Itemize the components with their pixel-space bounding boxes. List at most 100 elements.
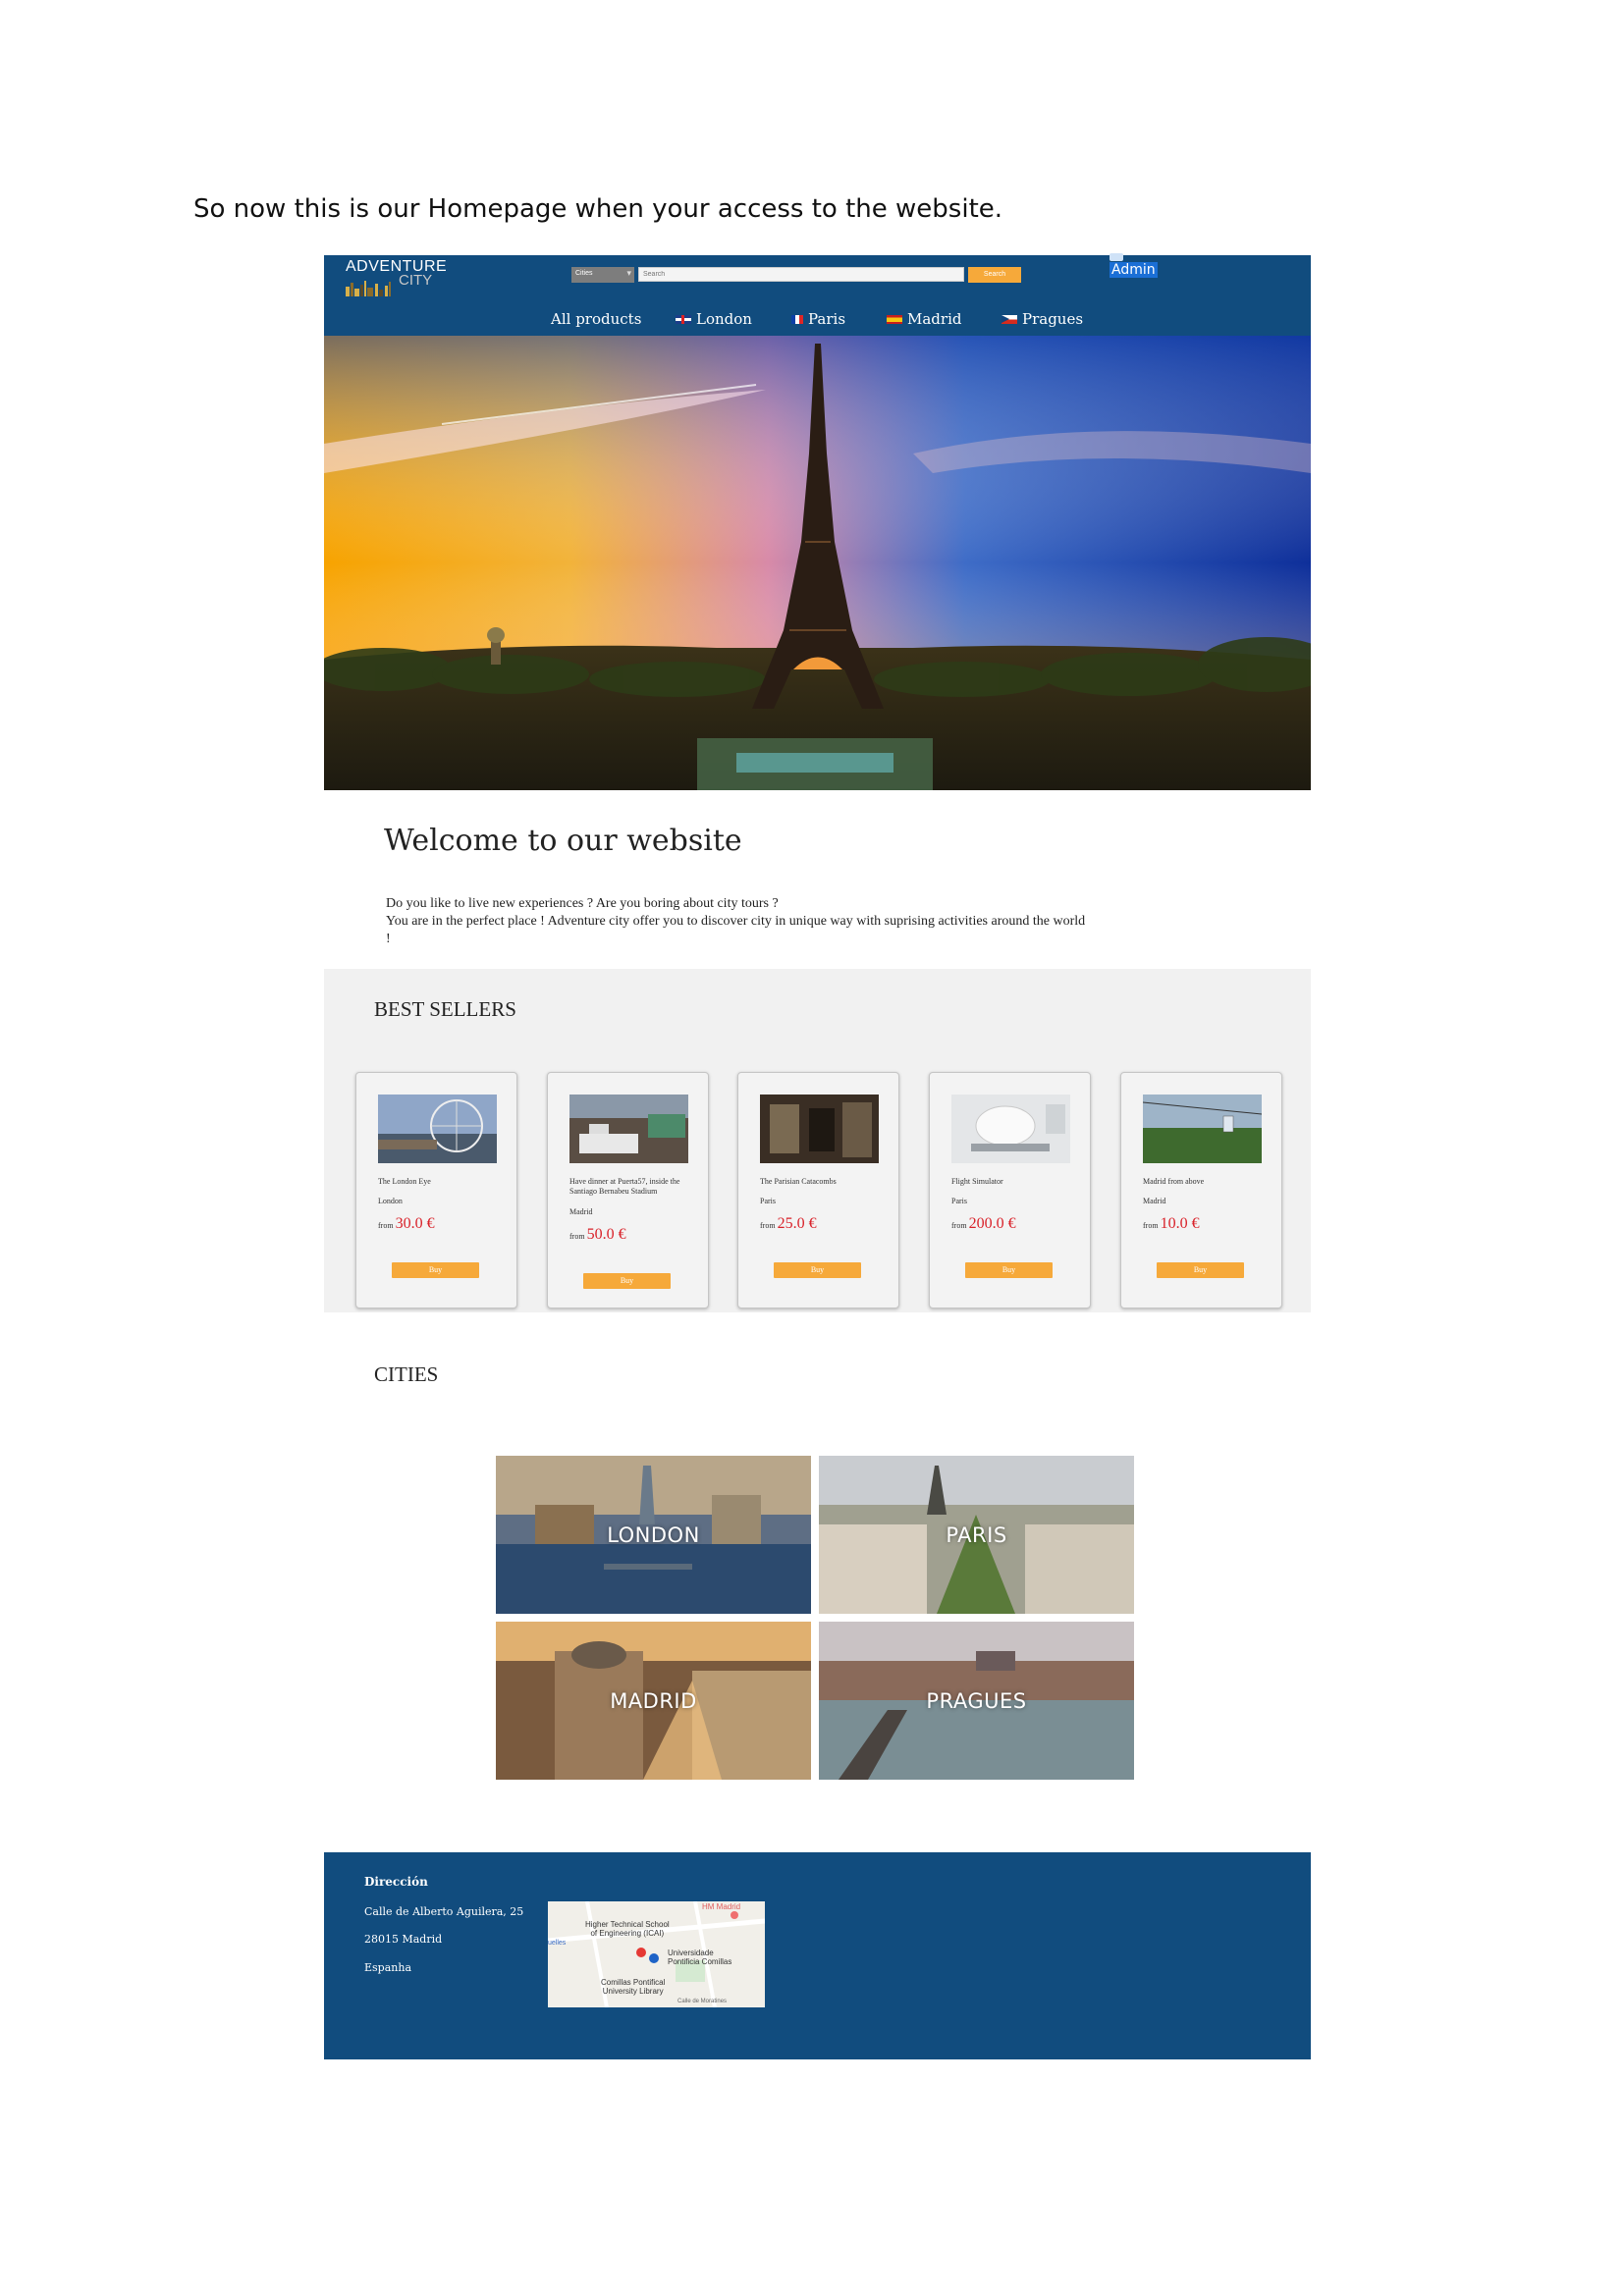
map-label-line: Universidade — [668, 1949, 714, 1957]
main-nav: All products London Paris Madrid Pragues — [324, 310, 1311, 334]
buy-button[interactable]: Buy — [965, 1262, 1053, 1278]
map-label: Comillas Pontifical University Library — [601, 1978, 665, 1996]
map-label-line: Higher Technical School — [585, 1920, 670, 1929]
nav-london[interactable]: London — [676, 310, 752, 328]
buy-button[interactable]: Buy — [583, 1273, 671, 1289]
footer-heading: Dirección — [364, 1875, 428, 1889]
catacombs-image — [760, 1095, 879, 1163]
nav-paris[interactable]: Paris — [791, 310, 845, 328]
city-select[interactable]: Cities ▾ — [571, 267, 634, 283]
location-map[interactable]: HM Madrid Higher Technical School of Eng… — [548, 1901, 765, 2007]
nav-madrid[interactable]: Madrid — [887, 310, 961, 328]
skyline-logo-icon — [346, 281, 391, 296]
welcome-title: Welcome to our website — [384, 824, 742, 858]
product-card[interactable]: Flight Simulator Paris from 200.0 € Buy — [929, 1072, 1091, 1308]
map-label-line: University Library — [602, 1987, 664, 1996]
map-label: HM Madrid — [702, 1902, 741, 1911]
product-name: Madrid from above — [1143, 1177, 1205, 1186]
france-flag-icon — [791, 314, 803, 324]
price-value: 25.0 € — [777, 1215, 817, 1232]
nav-label: Pragues — [1022, 310, 1084, 328]
from-label: from — [378, 1221, 394, 1230]
nav-label: Paris — [808, 310, 846, 328]
address-line: Espanha — [364, 1961, 412, 1974]
nav-label: Madrid — [907, 310, 962, 328]
search-input[interactable] — [638, 267, 964, 282]
price-value: 10.0 € — [1160, 1215, 1200, 1232]
from-label: from — [569, 1232, 585, 1241]
uk-flag-icon — [676, 314, 691, 324]
city-tile-madrid[interactable]: MADRID — [496, 1622, 811, 1780]
restaurant-stadium-image — [569, 1095, 688, 1163]
product-city: Paris — [760, 1197, 776, 1205]
nav-all-products[interactable]: All products — [551, 310, 641, 328]
site-header: ADVENTURE CITY Cities ▾ Search Admin All… — [324, 253, 1311, 336]
user-icon — [1110, 253, 1123, 261]
city-tile-london[interactable]: LONDON — [496, 1456, 811, 1614]
from-label: from — [1143, 1221, 1159, 1230]
nav-label: London — [696, 310, 752, 328]
price-value: 200.0 € — [968, 1215, 1016, 1232]
city-label: PARIS — [946, 1522, 1007, 1547]
nav-pragues[interactable]: Pragues — [1001, 310, 1083, 328]
product-price: from 200.0 € — [951, 1215, 1016, 1233]
best-sellers-title: BEST SELLERS — [374, 997, 516, 1021]
city-select-value: Cities — [575, 270, 593, 277]
address-line: Calle de Alberto Aguilera, 25 — [364, 1905, 524, 1918]
map-label: uelles — [548, 1940, 567, 1947]
product-price: from 30.0 € — [378, 1215, 435, 1233]
welcome-line-2: You are in the perfect place ! Adventure… — [386, 914, 1086, 946]
chevron-down-icon: ▾ — [626, 268, 631, 278]
map-label-line: of Engineering (ICAI) — [590, 1929, 665, 1938]
city-label: LONDON — [607, 1522, 700, 1547]
from-label: from — [951, 1221, 967, 1230]
spain-flag-icon — [887, 314, 902, 324]
website-screenshot: ADVENTURE CITY Cities ▾ Search Admin All… — [324, 253, 1311, 2066]
product-name: Have dinner at Puerta57, inside the Sant… — [569, 1177, 680, 1196]
price-value: 50.0 € — [586, 1226, 626, 1243]
cities-title: CITIES — [374, 1362, 439, 1386]
map-label: Universidade Pontificia Comillas — [668, 1949, 731, 1966]
welcome-text: Do you like to live new experiences ? Ar… — [386, 895, 1093, 948]
product-city: London — [378, 1197, 403, 1205]
map-label-line: Comillas Pontifical — [601, 1978, 666, 1987]
product-city: Madrid — [1143, 1197, 1166, 1205]
product-card[interactable]: Have dinner at Puerta57, inside the Sant… — [547, 1072, 709, 1308]
city-tile-pragues[interactable]: PRAGUES — [819, 1622, 1134, 1780]
best-sellers-section: BEST SELLERS The London Eye London from … — [324, 969, 1311, 1312]
buy-button[interactable]: Buy — [774, 1262, 861, 1278]
city-label: PRAGUES — [926, 1688, 1027, 1713]
product-price: from 25.0 € — [760, 1215, 817, 1233]
product-price: from 10.0 € — [1143, 1215, 1200, 1233]
city-label: MADRID — [610, 1688, 697, 1713]
buy-button[interactable]: Buy — [1157, 1262, 1244, 1278]
london-eye-image — [378, 1095, 497, 1163]
admin-link[interactable]: Admin — [1110, 262, 1158, 278]
welcome-line-1: Do you like to live new experiences ? Ar… — [386, 896, 779, 911]
price-value: 30.0 € — [395, 1215, 435, 1232]
product-card[interactable]: The London Eye London from 30.0 € Buy — [355, 1072, 517, 1308]
from-label: from — [760, 1221, 776, 1230]
cable-car-image — [1143, 1095, 1262, 1163]
czech-flag-icon — [1001, 314, 1017, 324]
product-city: Paris — [951, 1197, 967, 1205]
site-footer: Dirección Calle de Alberto Aguilera, 25 … — [324, 1852, 1311, 2059]
address-line: 28015 Madrid — [364, 1933, 443, 1946]
product-card[interactable]: Madrid from above Madrid from 10.0 € Buy — [1120, 1072, 1282, 1308]
product-card[interactable]: The Parisian Catacombs Paris from 25.0 €… — [737, 1072, 899, 1308]
product-price: from 50.0 € — [569, 1226, 626, 1244]
document-caption: So now this is our Homepage when your ac… — [193, 194, 1003, 224]
product-city: Madrid — [569, 1207, 593, 1216]
nav-label: All products — [551, 310, 642, 328]
map-label: Calle de Moratines — [677, 1999, 728, 2004]
buy-button[interactable]: Buy — [392, 1262, 479, 1278]
product-name: The Parisian Catacombs — [760, 1177, 837, 1186]
product-name: Flight Simulator — [951, 1177, 1003, 1186]
product-name: The London Eye — [378, 1177, 431, 1186]
search-button[interactable]: Search — [968, 267, 1021, 283]
city-tile-paris[interactable]: PARIS — [819, 1456, 1134, 1614]
hero-banner — [324, 336, 1311, 790]
eiffel-tower-image — [324, 336, 1311, 790]
flight-simulator-image — [951, 1095, 1070, 1163]
map-label: Higher Technical School of Engineering (… — [585, 1920, 670, 1938]
